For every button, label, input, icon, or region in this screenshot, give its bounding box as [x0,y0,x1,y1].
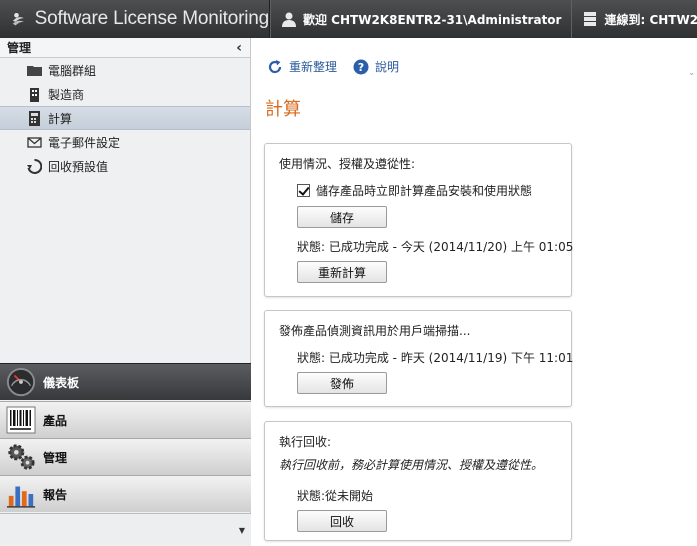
publish-detection-card: 發佈產品偵測資訊用於用戶端掃描... 狀態: 已成功完成 - 昨天 (2014/… [264,310,574,407]
welcome-user[interactable]: 歡迎 CHTW2K8ENTR2-31\Administrator [270,0,571,38]
envelope-icon [27,135,42,150]
dock-dashboard[interactable]: 儀表板 [0,363,251,400]
help-icon: ? [353,59,369,74]
dock-reports[interactable]: 報告 [0,475,251,512]
dock-reports-label: 報告 [43,487,68,502]
sidebar-item-label: 電腦群組 [48,63,97,78]
reclaim-note: 執行回收前，務必計算使用情況、授權及遵從性。 [279,458,544,472]
card-heading: 使用情況、授權及遵從性: [279,157,416,171]
page-title: 計算 [265,99,301,120]
calculator-icon [27,110,42,126]
sidebar-item-label: 計算 [48,111,73,126]
sidebar-item-email-settings[interactable]: 電子郵件設定 [0,130,250,154]
sidebar-item-label: 製造商 [48,87,85,102]
sidebar-header: 管理 ‹ [0,38,250,58]
barcode-icon [3,403,39,437]
building-icon [27,87,42,102]
checkbox-label: 儲存產品時立即計算產品安裝和使用狀態 [316,184,533,198]
main-content: 重新整理 ? 說明 ⌄ 計算 使用情況、授權及遵從性: 儲存產品時立即計算產品安… [252,38,697,546]
folder-icon [27,63,42,78]
sidebar: 管理 ‹ 電腦群組 製造商 計算 電子郵件設定 回收預設值 儀表板 產品 管理 … [0,38,251,546]
sidebar-item-label: 電子郵件設定 [48,135,121,150]
recalculate-button[interactable]: 重新計算 [297,261,387,283]
app-logo-icon [12,12,24,26]
help-label: 說明 [375,60,400,74]
refresh-icon [268,59,282,73]
recycle-icon [27,158,42,174]
server-icon [584,12,597,26]
svg-text:?: ? [358,61,364,74]
bar-chart-icon [3,477,39,511]
toolbar: 重新整理 ? 說明 [267,58,399,75]
connection-info[interactable]: 連線到: CHTW2K8ENTR2-31 [571,0,697,38]
welcome-text: 歡迎 CHTW2K8ENTR2-31\Administrator [303,12,562,27]
reclaim-status: 狀態:從未開始 [297,489,374,503]
sidebar-item-label: 回收預設值 [48,159,109,174]
dock-dashboard-label: 儀表板 [43,375,80,390]
help-link[interactable]: ? 說明 [353,58,399,75]
dock-manage-label: 管理 [43,450,68,465]
sidebar-footer: ▼ [0,513,251,546]
publish-button[interactable]: 發佈 [297,372,387,394]
dock-products[interactable]: 產品 [0,401,251,438]
calc-on-save-checkbox[interactable]: 儲存產品時立即計算產品安裝和使用狀態 [297,182,532,199]
sidebar-item-manufacturers[interactable]: 製造商 [0,82,250,106]
save-button[interactable]: 儲存 [297,206,387,228]
dock-manage[interactable]: 管理 [0,438,251,475]
collapse-chevron-icon[interactable]: ‹ [236,40,242,56]
dropdown-arrow-icon[interactable]: ▼ [239,526,245,535]
refresh-label: 重新整理 [289,60,338,74]
connected-text: 連線到: CHTW2K8ENTR2-31 [604,12,697,27]
sidebar-item-reclaim-defaults[interactable]: 回收預設值 [0,154,250,178]
reclaim-button[interactable]: 回收 [297,510,387,532]
brand: Software License Monitoring [0,0,270,38]
panel-resize-icon[interactable]: ⌄ [688,68,695,77]
sidebar-heading: 管理 [7,41,32,55]
dashboard-gauge-icon [3,365,39,399]
checkbox-checked-icon[interactable] [297,184,310,197]
gears-icon [3,440,39,474]
card-heading: 執行回收: [279,435,332,449]
top-bar: Software License Monitoring 歡迎 CHTW2K8EN… [0,0,697,38]
refresh-link[interactable]: 重新整理 [267,58,337,75]
sidebar-item-calculation[interactable]: 計算 [0,106,250,130]
app-title: Software License Monitoring [34,8,270,29]
card-heading: 發佈產品偵測資訊用於用戶端掃描... [279,324,471,338]
publish-status: 狀態: 已成功完成 - 昨天 (2014/11/19) 下午 11:01 [297,351,574,365]
usage-status: 狀態: 已成功完成 - 今天 (2014/11/20) 上午 01:05 [297,240,574,254]
user-icon [282,12,296,27]
dock-products-label: 產品 [43,413,68,428]
sidebar-item-computer-groups[interactable]: 電腦群組 [0,58,250,82]
reclaim-card: 執行回收: 執行回收前，務必計算使用情況、授權及遵從性。 狀態:從未開始 回收 [264,421,572,541]
usage-license-compliance-card: 使用情況、授權及遵從性: 儲存產品時立即計算產品安裝和使用狀態 儲存 狀態: 已… [264,143,574,297]
